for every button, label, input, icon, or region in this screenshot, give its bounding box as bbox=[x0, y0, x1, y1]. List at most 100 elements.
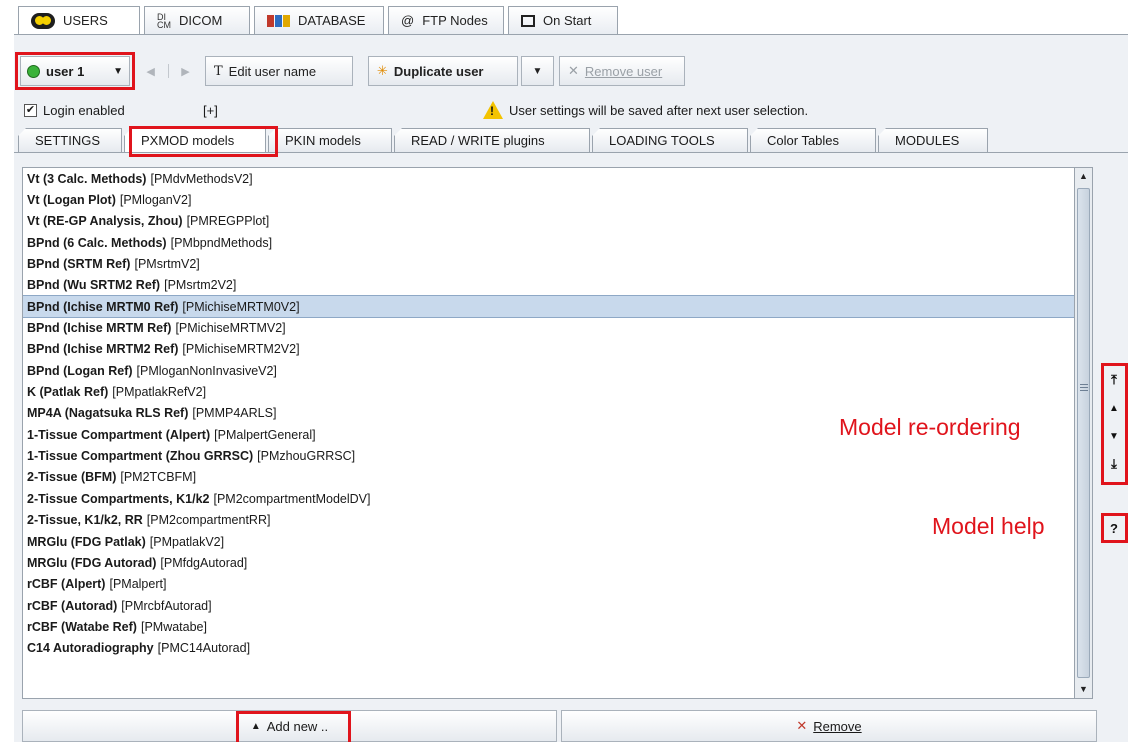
remove-model-label: Remove bbox=[813, 718, 862, 734]
expand-toggle[interactable]: [+] bbox=[203, 100, 218, 120]
login-enabled-checkbox[interactable]: ✔ bbox=[24, 103, 37, 117]
model-name: rCBF (Watabe Ref) bbox=[27, 619, 137, 634]
model-list-item[interactable]: C14 Autoradiography [PMC14Autorad] bbox=[23, 638, 1074, 659]
tab-pkin-models[interactable]: PKIN models bbox=[268, 128, 392, 152]
tab-database[interactable]: DATABASE bbox=[254, 6, 384, 34]
dicom-icon: DI CM bbox=[157, 11, 171, 30]
tab-users[interactable]: USERS bbox=[18, 6, 140, 34]
model-list-item[interactable]: 2-Tissue (BFM) [PM2TCBFM] bbox=[23, 467, 1074, 488]
move-to-bottom-button[interactable]: ⤓ bbox=[1104, 452, 1124, 476]
model-list-item[interactable]: BPnd (Logan Ref) [PMloganNonInvasiveV2] bbox=[23, 360, 1074, 381]
model-list-item[interactable]: Vt (3 Calc. Methods) [PMdvMethodsV2] bbox=[23, 168, 1074, 189]
save-warning-text: User settings will be saved after next u… bbox=[509, 102, 809, 118]
model-name: 1-Tissue Compartment (Alpert) bbox=[27, 427, 211, 442]
list-scrollbar[interactable]: ▲ ▼ bbox=[1075, 167, 1093, 699]
tab-modules[interactable]: MODULES bbox=[878, 128, 988, 152]
duplicate-user-button[interactable]: ✳ Duplicate user bbox=[368, 56, 518, 86]
model-name: BPnd (Ichise MRTM2 Ref) bbox=[27, 342, 179, 357]
model-code: [PMMP4ARLS] bbox=[192, 406, 277, 421]
tab-ftp-label: FTP Nodes bbox=[422, 13, 488, 28]
model-list-item[interactable]: Vt (Logan Plot) [PMloganV2] bbox=[23, 189, 1074, 210]
model-list-item[interactable]: BPnd (Ichise MRTM Ref) [PMichiseMRTMV2] bbox=[23, 317, 1074, 338]
model-help-button[interactable]: ? bbox=[1104, 516, 1124, 540]
tab-read-write-label: READ / WRITE plugins bbox=[411, 133, 545, 148]
model-name: MRGlu (FDG Patlak) bbox=[27, 534, 146, 549]
tab-color-tables[interactable]: Color Tables bbox=[750, 128, 876, 152]
tab-dicom[interactable]: DI CM DICOM bbox=[144, 6, 250, 34]
model-list-item[interactable]: rCBF (Autorad) [PMrcbfAutorad] bbox=[23, 595, 1074, 616]
model-list-item[interactable]: BPnd (SRTM Ref) [PMsrtmV2] bbox=[23, 253, 1074, 274]
model-name: C14 Autoradiography bbox=[27, 641, 154, 656]
add-new-label: Add new .. bbox=[266, 718, 329, 734]
model-name: BPnd (SRTM Ref) bbox=[27, 257, 131, 272]
model-name: Vt (Logan Plot) bbox=[27, 193, 116, 208]
move-to-top-button[interactable]: ⤒ bbox=[1104, 368, 1124, 392]
model-name: 2-Tissue, K1/k2, RR bbox=[27, 513, 143, 528]
model-list-item[interactable]: BPnd (Ichise MRTM2 Ref) [PMichiseMRTM2V2] bbox=[23, 339, 1074, 360]
settings-tab-bar: SETTINGS PXMOD models PKIN models READ /… bbox=[18, 128, 990, 152]
model-name: BPnd (Ichise MRTM Ref) bbox=[27, 321, 172, 336]
model-name: Vt (RE-GP Analysis, Zhou) bbox=[27, 214, 183, 229]
model-code: [PMloganNonInvasiveV2] bbox=[136, 363, 277, 378]
help-icon: ? bbox=[1110, 520, 1118, 536]
remove-user-button[interactable]: ✕ Remove user bbox=[559, 56, 685, 86]
tab-loading-tools[interactable]: LOADING TOOLS bbox=[592, 128, 748, 152]
user-select[interactable]: user 1 ▼ bbox=[20, 56, 130, 86]
tab-settings-label: SETTINGS bbox=[35, 133, 101, 148]
move-down-icon: ▼ bbox=[1109, 430, 1119, 442]
previous-user-icon[interactable]: ◀ bbox=[146, 65, 154, 78]
model-list-item[interactable]: K (Patlak Ref) [PMpatlakRefV2] bbox=[23, 381, 1074, 402]
model-list-item[interactable]: BPnd (Wu SRTM2 Ref) [PMsrtm2V2] bbox=[23, 275, 1074, 296]
model-list-item[interactable]: Vt (RE-GP Analysis, Zhou) [PMREGPPlot] bbox=[23, 211, 1074, 232]
model-code: [PMsrtm2V2] bbox=[164, 278, 237, 293]
model-list-item[interactable]: rCBF (Watabe Ref) [PMwatabe] bbox=[23, 616, 1074, 637]
tab-ftp-nodes[interactable]: @ FTP Nodes bbox=[388, 6, 504, 34]
model-code: [PMichiseMRTM0V2] bbox=[182, 299, 300, 314]
user-select-value: user 1 bbox=[46, 63, 85, 79]
scroll-up-icon[interactable]: ▲ bbox=[1076, 169, 1091, 184]
model-name: rCBF (Alpert) bbox=[27, 577, 106, 592]
model-list-item[interactable]: 1-Tissue Compartment (Zhou GRRSC) [PMzhou… bbox=[23, 445, 1074, 466]
model-code: [PM2TCBFM] bbox=[120, 470, 197, 485]
next-user-icon[interactable]: ▶ bbox=[181, 65, 189, 78]
status-dot-icon bbox=[27, 64, 40, 78]
model-list-item[interactable]: BPnd (Ichise MRTM0 Ref) [PMichiseMRTM0V2] bbox=[23, 295, 1074, 319]
model-code: [PMloganV2] bbox=[119, 193, 192, 208]
tab-settings[interactable]: SETTINGS bbox=[18, 128, 122, 152]
tab-pxmod-models[interactable]: PXMOD models bbox=[124, 128, 266, 152]
model-code: [PMREGPPlot] bbox=[186, 214, 270, 229]
model-code: [PMsrtmV2] bbox=[134, 257, 200, 272]
remove-model-button[interactable]: ✕ Remove bbox=[561, 710, 1097, 742]
model-name: 1-Tissue Compartment (Zhou GRRSC) bbox=[27, 449, 254, 464]
login-enabled-label: Login enabled bbox=[43, 102, 125, 118]
reorder-annotation: Model re-ordering bbox=[839, 414, 1021, 440]
tab-read-write-plugins[interactable]: READ / WRITE plugins bbox=[394, 128, 590, 152]
model-list-item[interactable]: 2-Tissue, K1/k2, RR [PM2compartmentRR] bbox=[23, 510, 1074, 531]
tab-loading-tools-label: LOADING TOOLS bbox=[609, 133, 715, 148]
add-new-button[interactable]: ▲ Add new .. bbox=[22, 710, 557, 742]
model-name: BPnd (Wu SRTM2 Ref) bbox=[27, 278, 161, 293]
model-list-item[interactable]: MRGlu (FDG Patlak) [PMpatlakV2] bbox=[23, 531, 1074, 552]
edit-user-name-button[interactable]: T Edit user name bbox=[205, 56, 353, 86]
model-code: [PMpatlakV2] bbox=[149, 534, 225, 549]
scroll-down-icon[interactable]: ▼ bbox=[1076, 682, 1091, 697]
model-list-item[interactable]: BPnd (6 Calc. Methods) [PMbpndMethods] bbox=[23, 232, 1074, 253]
model-list-item[interactable]: MRGlu (FDG Autorad) [PMfdgAutorad] bbox=[23, 552, 1074, 573]
duplicate-options-button[interactable]: ▼ bbox=[521, 56, 554, 86]
model-code: [PM2compartmentRR] bbox=[146, 513, 271, 528]
duplicate-user-label: Duplicate user bbox=[393, 63, 484, 79]
tab-on-start[interactable]: On Start bbox=[508, 6, 618, 34]
close-icon: ✕ bbox=[568, 63, 579, 78]
model-code: [PMC14Autorad] bbox=[157, 641, 251, 656]
tab-divider bbox=[14, 34, 1128, 35]
tab-users-label: USERS bbox=[63, 13, 108, 28]
model-list-item[interactable]: 2-Tissue Compartments, K1/k2 [PM2compartm… bbox=[23, 488, 1074, 509]
login-row: ✔ Login enabled bbox=[24, 100, 125, 120]
model-code: [PMrcbfAutorad] bbox=[121, 598, 212, 613]
move-down-button[interactable]: ▼ bbox=[1104, 424, 1124, 448]
scroll-thumb[interactable] bbox=[1077, 188, 1090, 678]
model-code: [PMpatlakRefV2] bbox=[112, 385, 207, 400]
model-list-item[interactable]: rCBF (Alpert) [PMalpert] bbox=[23, 574, 1074, 595]
move-up-button[interactable]: ▲ bbox=[1104, 396, 1124, 420]
users-icon bbox=[31, 12, 55, 29]
